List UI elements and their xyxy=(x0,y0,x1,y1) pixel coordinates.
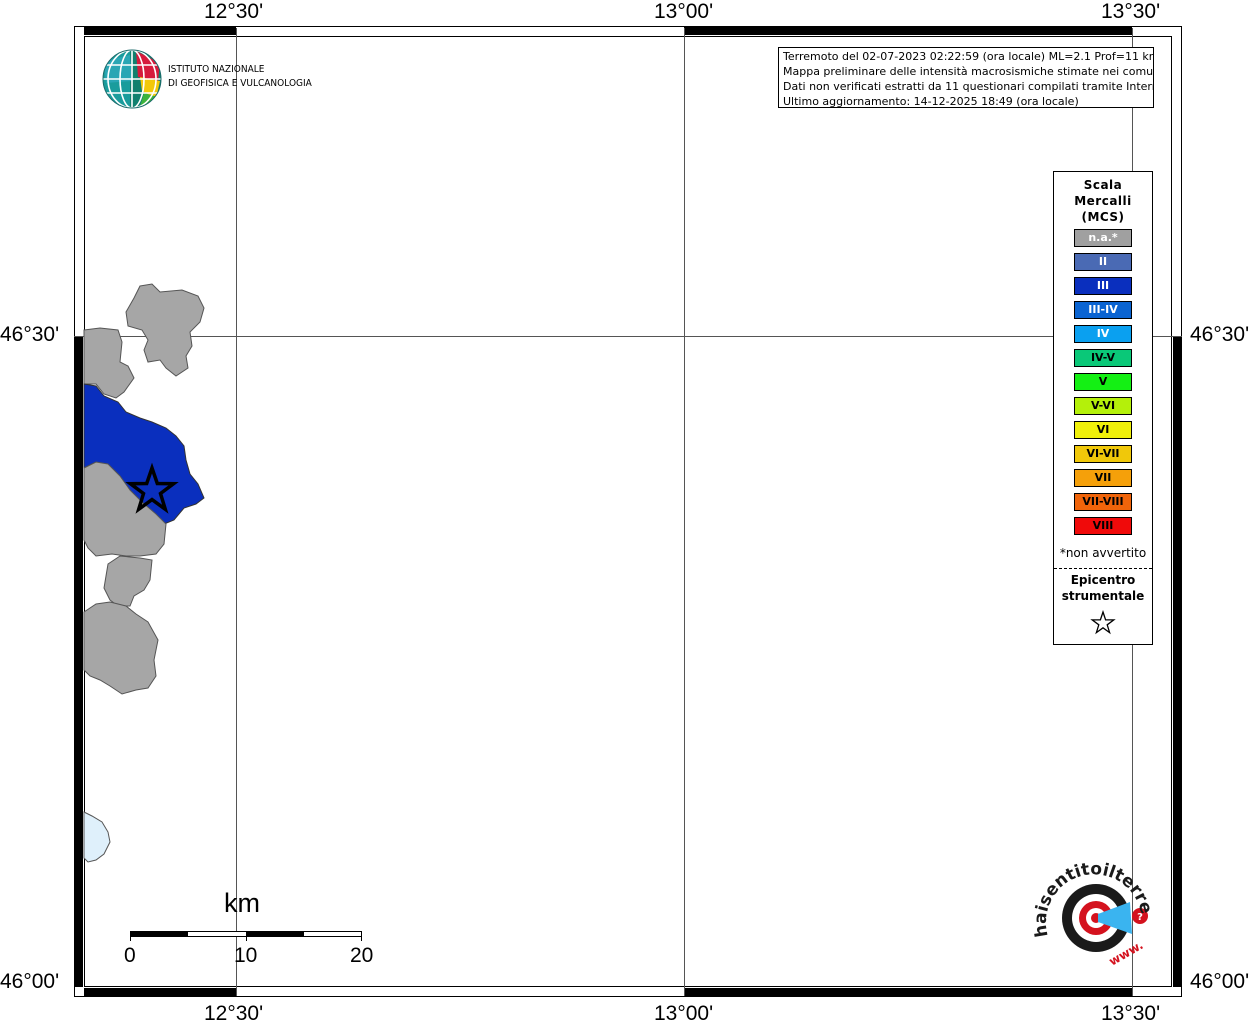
scale-unit: km xyxy=(224,888,260,918)
info-line: Terremoto del 02-07-2023 02:22:59 (ora l… xyxy=(783,50,1154,63)
legend-item: III xyxy=(1074,277,1132,295)
ingv-name-line1: ISTITUTO NAZIONALE xyxy=(168,64,265,75)
scale-label: 10 xyxy=(234,944,258,967)
info-line: Dati non verificati estratti da 11 quest… xyxy=(783,80,1154,93)
ingv-name-line2: DI GEOFISICA E VULCANOLOGIA xyxy=(168,78,312,89)
legend-item: V xyxy=(1074,373,1132,391)
scale-bar-segment xyxy=(130,931,188,937)
epicenter-legend-star-icon xyxy=(1090,610,1116,635)
legend-epicenter-label: Epicentro strumentale xyxy=(1061,573,1145,603)
municipality-not-felt[interactable] xyxy=(103,555,153,607)
info-line: Mappa preliminare delle intensità macros… xyxy=(783,65,1154,78)
haisentito-target-icon: ? haisentitoilterremoto.it www. xyxy=(1021,841,1156,969)
haisentito-logo[interactable]: ? haisentitoilterremoto.it www. xyxy=(1021,841,1160,978)
ingv-globe-icon xyxy=(102,49,162,109)
legend-item: VII xyxy=(1074,469,1132,487)
legend-item: IV-V xyxy=(1074,349,1132,367)
ingv-logo xyxy=(100,47,164,115)
municipality-not-felt[interactable] xyxy=(125,283,205,377)
legend-title: Scala Mercalli (MCS) xyxy=(1074,178,1132,224)
lake xyxy=(83,811,111,863)
scale-bar: km 0 10 20 xyxy=(120,888,390,978)
mcs-legend: Scala Mercalli (MCS) n.a.* II III III-IV IV I… xyxy=(1053,171,1153,645)
legend-item: VI-VII xyxy=(1074,445,1132,463)
legend-item: VII-VIII xyxy=(1074,493,1132,511)
scale-tick xyxy=(361,931,362,941)
legend-item: V-VI xyxy=(1074,397,1132,415)
legend-item: n.a.* xyxy=(1074,229,1132,247)
scale-bar-segment xyxy=(246,931,304,937)
legend-item: VI xyxy=(1074,421,1132,439)
municipality-not-felt[interactable] xyxy=(83,601,159,695)
legend-item: IV xyxy=(1074,325,1132,343)
scale-label: 0 xyxy=(124,944,136,967)
earthquake-info-box: Terremoto del 02-07-2023 02:22:59 (ora l… xyxy=(778,47,1154,108)
legend-item: III-IV xyxy=(1074,301,1132,319)
legend-item: II xyxy=(1074,253,1132,271)
legend-item: VIII xyxy=(1074,517,1132,535)
scale-label: 20 xyxy=(350,944,374,967)
scale-tick xyxy=(246,931,247,941)
info-line: Ultimo aggiornamento: 14-12-2025 18:49 (… xyxy=(783,95,1079,108)
scale-tick xyxy=(130,931,131,941)
legend-divider xyxy=(1054,568,1152,569)
legend-note: *non avvertito xyxy=(1059,546,1147,560)
